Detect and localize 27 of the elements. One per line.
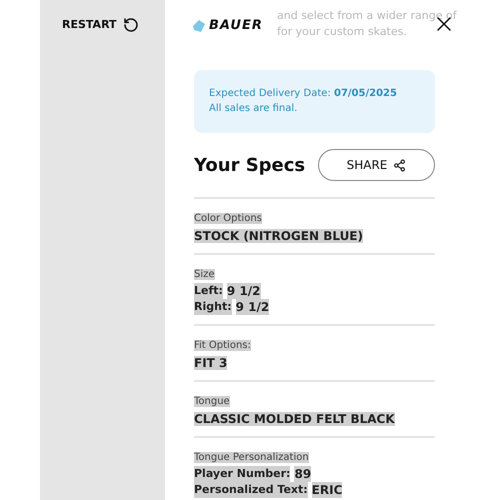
spec-label: Fit Options: <box>194 340 251 351</box>
spec-key: Player Number: <box>194 466 290 482</box>
spec-label: Tongue Personalization <box>194 452 309 463</box>
logo-icon <box>191 18 207 34</box>
specs-title: Your Specs <box>194 154 306 178</box>
spec-key: Left: <box>194 283 223 299</box>
restart-icon <box>122 17 139 34</box>
spec-value: CLASSIC MOLDED FELT BLACK <box>194 412 395 426</box>
spec-value: 89 <box>294 466 312 482</box>
brand-logo: BAUER <box>209 17 263 35</box>
faded-text: and select from a wider range of <box>277 8 458 24</box>
sales-note: All sales are final. <box>209 102 298 116</box>
faded-text: for your custom skates. <box>277 24 408 40</box>
spec-value: FIT 3 <box>194 356 228 370</box>
spec-value: 9 1/2 <box>226 283 261 299</box>
spec-label: Color Options <box>194 213 262 224</box>
spec-value: 9 1/2 <box>236 299 270 315</box>
delivery-date-text: Expected Delivery Date: 07/05/2025 <box>209 87 398 101</box>
spec-label: Tongue <box>194 396 230 407</box>
spec-key: Right: <box>194 299 232 315</box>
share-button[interactable]: SHARE <box>318 149 435 181</box>
restart-button[interactable]: RESTART <box>62 17 139 34</box>
spec-value: STOCK (NITROGEN BLUE) <box>194 229 363 243</box>
share-icon <box>393 158 406 172</box>
spec-label: Size <box>194 269 215 280</box>
spec-value: ERIC <box>312 482 342 498</box>
spec-key: Personalized Text: <box>194 482 308 498</box>
